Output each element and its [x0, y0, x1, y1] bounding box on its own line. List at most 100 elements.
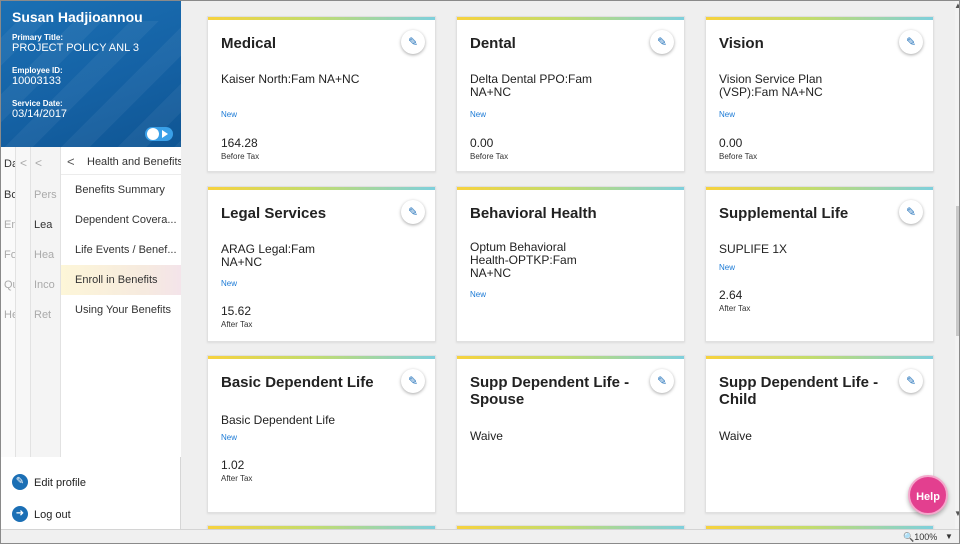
pencil-icon[interactable]: ✎ [899, 30, 923, 54]
primary-title-value: PROJECT POLICY ANL 3 [12, 42, 139, 54]
zoom-value: 100% [914, 532, 938, 542]
nav-header-title: Health and Benefits [87, 156, 181, 168]
card-plan: Vision Service Plan (VSP):Fam NA+NC [719, 72, 823, 99]
nav-stub-book[interactable]: Boo [4, 189, 15, 201]
app-window: Susan Hadjioannou Primary Title: PROJECT… [0, 0, 960, 544]
card-tax-type: After Tax [221, 320, 253, 329]
pencil-icon[interactable]: ✎ [401, 369, 425, 393]
card-accent-bar [706, 356, 933, 359]
benefit-card-supp-dependent-life-spouse[interactable]: Supp Dependent Life - Spouse ✎ Waive [456, 355, 685, 513]
nav-stub-health[interactable]: Hea [34, 249, 54, 261]
pencil-icon[interactable]: ✎ [899, 369, 923, 393]
benefit-card-supp-dependent-life-child[interactable]: Supp Dependent Life - Child ✎ Waive [705, 355, 934, 513]
log-out-label: Log out [34, 509, 71, 521]
chevron-down-icon[interactable]: ▼ [945, 532, 953, 541]
card-tax-type: Before Tax [221, 152, 260, 161]
card-title: Behavioral Health [470, 205, 597, 222]
sidebar: Susan Hadjioannou Primary Title: PROJECT… [1, 1, 181, 529]
log-out-icon: ➜ [12, 506, 28, 522]
card-title: Dental [470, 35, 516, 52]
benefit-card-dental[interactable]: Dental ✎ Delta Dental PPO:Fam NA+NC New … [456, 16, 685, 172]
nav-column-level2: < [16, 147, 31, 457]
benefit-card-behavioral-health[interactable]: Behavioral Health Optum Behavioral Healt… [456, 186, 685, 342]
scroll-up-icon[interactable]: ▲ [954, 1, 959, 10]
nav-item-enroll-in-benefits[interactable]: Enroll in Benefits [61, 265, 181, 295]
card-accent-bar [208, 187, 435, 190]
nav-item-using-your-benefits[interactable]: Using Your Benefits [61, 295, 181, 325]
service-date-label: Service Date: [12, 99, 63, 108]
card-plan: Optum Behavioral Health-OPTKP:Fam NA+NC [470, 240, 577, 280]
profile-panel: Susan Hadjioannou Primary Title: PROJECT… [1, 1, 181, 147]
benefit-card-vision[interactable]: Vision ✎ Vision Service Plan (VSP):Fam N… [705, 16, 934, 172]
nav-column-level1: Das Boo Emp For Qui Hel [1, 147, 16, 457]
card-amount: 0.00 [719, 136, 743, 150]
card-title: Basic Dependent Life [221, 374, 374, 391]
nav-item-label: Enroll in Benefits [75, 274, 158, 286]
primary-title-label: Primary Title: [12, 33, 63, 42]
nav-stub-quick[interactable]: Qui [4, 279, 15, 291]
nav-item-benefits-summary[interactable]: Benefits Summary [61, 175, 181, 205]
card-plan: Waive [470, 429, 503, 443]
nav-item-life-events[interactable]: Life Events / Benef... [61, 235, 181, 265]
scrollbar-thumb[interactable] [956, 206, 959, 336]
zoom-level[interactable]: 🔍100% [903, 532, 937, 543]
nav-stub-leave[interactable]: Lea [34, 219, 52, 231]
service-date-value: 03/14/2017 [12, 108, 68, 120]
benefit-card-medical[interactable]: Medical ✎ Kaiser North:Fam NA+NC New 164… [207, 16, 436, 172]
chevron-left-icon[interactable]: < [35, 156, 42, 170]
card-title: Supplemental Life [719, 205, 849, 222]
card-amount: 2.64 [719, 288, 743, 302]
navigation-panel: Das Boo Emp For Qui Hel < < Pers Lea Hea… [1, 147, 181, 457]
card-accent-bar [208, 17, 435, 20]
pencil-icon[interactable]: ✎ [650, 30, 674, 54]
nav-item-dependent-coverage[interactable]: Dependent Covera... [61, 205, 181, 235]
employee-id-label: Employee ID: [12, 66, 63, 75]
help-button[interactable]: Help [908, 475, 948, 515]
card-accent-bar [208, 356, 435, 359]
card-accent-bar [706, 17, 933, 20]
card-plan: Kaiser North:Fam NA+NC [221, 72, 360, 86]
scroll-down-icon[interactable]: ▼ [954, 509, 959, 518]
card-plan: Waive [719, 429, 752, 443]
card-status: New [719, 263, 736, 272]
pencil-icon[interactable]: ✎ [401, 30, 425, 54]
benefit-card-supplemental-life[interactable]: Supplemental Life ✎ SUPLIFE 1X New 2.64 … [705, 186, 934, 342]
card-amount: 164.28 [221, 136, 258, 150]
pencil-icon[interactable]: ✎ [401, 200, 425, 224]
nav-stub-income[interactable]: Inco [34, 279, 55, 291]
nav-stub-retirement[interactable]: Ret [34, 309, 51, 321]
card-tax-type: After Tax [221, 474, 253, 483]
card-accent-bar [457, 187, 684, 190]
toggle-icon[interactable] [145, 127, 173, 141]
card-plan: SUPLIFE 1X [719, 242, 788, 256]
nav-item-label: Dependent Covera... [75, 214, 177, 226]
pencil-icon[interactable]: ✎ [650, 369, 674, 393]
vertical-scrollbar[interactable]: ▲ ▼ [954, 1, 959, 529]
nav-stub-employee[interactable]: Emp [4, 219, 15, 231]
employee-id-value: 10003133 [12, 75, 61, 87]
card-tax-type: Before Tax [719, 152, 758, 161]
nav-stub-help[interactable]: Hel [4, 309, 15, 321]
benefit-card-basic-dependent-life[interactable]: Basic Dependent Life ✎ Basic Dependent L… [207, 355, 436, 513]
card-status: New [719, 110, 736, 119]
card-amount: 15.62 [221, 304, 252, 318]
nav-item-label: Benefits Summary [75, 184, 165, 196]
nav-back-header[interactable]: < Health and Benefits [61, 147, 181, 175]
card-plan: Delta Dental PPO:Fam NA+NC [470, 72, 593, 99]
card-plan: Basic Dependent Life [221, 413, 336, 427]
nav-stub-personal[interactable]: Pers [34, 189, 57, 201]
nav-column-level3: < Pers Lea Hea Inco Ret [31, 147, 61, 457]
card-accent-bar [457, 17, 684, 20]
card-tax-type: After Tax [719, 304, 751, 313]
card-amount: 1.02 [221, 458, 245, 472]
nav-stub-forms[interactable]: For [4, 249, 15, 261]
card-status: New [221, 433, 238, 442]
chevron-left-icon: < [67, 154, 75, 169]
edit-profile-label: Edit profile [34, 477, 86, 489]
card-status: New [470, 290, 487, 299]
benefit-card-legal-services[interactable]: Legal Services ✎ ARAG Legal:Fam NA+NC Ne… [207, 186, 436, 342]
pencil-icon[interactable]: ✎ [899, 200, 923, 224]
pencil-icon: ✎ [12, 474, 28, 490]
chevron-left-icon[interactable]: < [20, 156, 27, 170]
nav-stub-dashboard[interactable]: Das [4, 158, 15, 170]
